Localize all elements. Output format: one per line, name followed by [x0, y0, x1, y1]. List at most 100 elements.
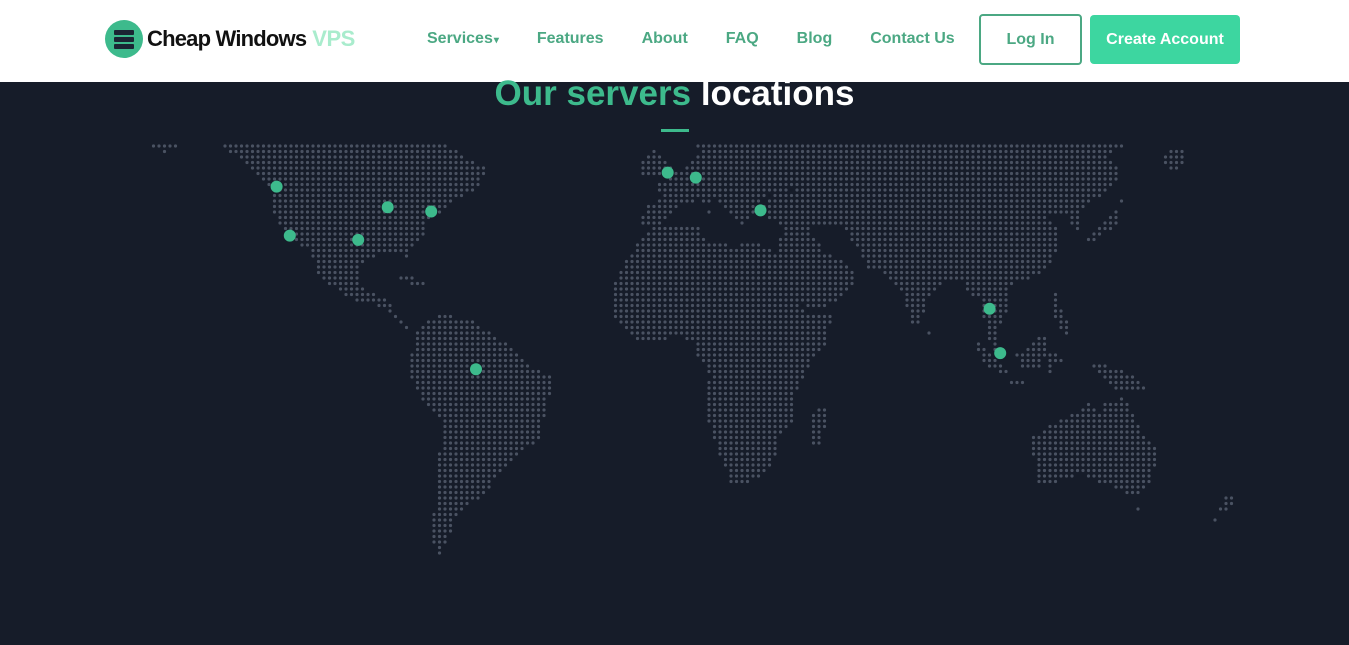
map-land-dot — [1059, 320, 1063, 324]
map-land-dot — [734, 270, 739, 275]
map-land-dot — [685, 182, 689, 187]
map-land-dot — [751, 254, 755, 258]
nav-contact-us[interactable]: Contact Us — [870, 30, 954, 48]
map-land-dot — [333, 265, 337, 269]
map-land-dot — [729, 375, 733, 379]
map-land-dot — [839, 193, 843, 198]
map-land-dot — [1004, 199, 1008, 203]
map-land-dot — [866, 166, 871, 170]
map-land-dot — [971, 193, 975, 198]
map-land-dot — [850, 270, 854, 275]
map-land-dot — [1031, 215, 1036, 220]
map-land-dot — [1064, 182, 1069, 187]
map-land-dot — [998, 254, 1003, 258]
create-account-button[interactable]: Create Account — [1090, 15, 1240, 64]
map-land-dot — [822, 276, 827, 280]
map-land-dot — [1097, 160, 1102, 165]
map-land-dot — [745, 452, 750, 456]
map-land-dot — [998, 259, 1003, 264]
map-land-dot — [800, 226, 805, 231]
map-land-dot — [778, 259, 783, 264]
map-land-dot — [740, 160, 744, 165]
server-location-marker[interactable] — [689, 171, 702, 184]
map-land-dot — [1020, 221, 1025, 225]
map-land-dot — [674, 232, 678, 236]
map-land-dot — [1070, 160, 1074, 165]
map-land-dot — [503, 430, 508, 434]
map-land-dot — [1059, 166, 1063, 170]
map-land-dot — [1097, 474, 1102, 478]
map-land-dot — [630, 276, 634, 280]
site-logo[interactable]: Cheap Windows VPS — [105, 19, 355, 59]
map-land-dot — [388, 215, 392, 220]
map-land-dot — [404, 193, 409, 198]
server-location-marker[interactable] — [983, 302, 996, 315]
map-land-dot — [663, 309, 667, 313]
map-land-dot — [459, 188, 464, 192]
map-land-dot — [1108, 177, 1113, 181]
map-land-dot — [415, 171, 420, 176]
map-land-dot — [1059, 452, 1063, 456]
map-land-dot — [971, 265, 975, 269]
map-land-dot — [773, 435, 777, 440]
map-land-dot — [685, 259, 689, 264]
map-land-dot — [844, 166, 849, 170]
map-land-dot — [960, 144, 964, 148]
map-land-dot — [905, 171, 909, 176]
map-land-dot — [663, 248, 667, 253]
map-land-dot — [921, 276, 926, 280]
map-land-dot — [916, 177, 920, 181]
map-land-dot — [338, 232, 343, 236]
nav-faq[interactable]: FAQ — [726, 30, 759, 48]
map-land-dot — [492, 347, 497, 352]
map-land-dot — [1108, 226, 1113, 231]
map-land-dot — [800, 314, 805, 319]
map-land-dot — [278, 144, 282, 148]
server-location-marker[interactable] — [283, 229, 296, 242]
map-land-dot — [1169, 155, 1173, 159]
map-land-dot — [1152, 457, 1157, 462]
nav-blog[interactable]: Blog — [797, 30, 833, 48]
map-land-dot — [283, 177, 288, 181]
server-location-marker[interactable] — [270, 180, 283, 193]
map-land-dot — [1048, 166, 1052, 170]
map-land-dot — [894, 166, 898, 170]
server-location-marker[interactable] — [994, 347, 1007, 360]
nav-services[interactable]: Services▾ — [427, 30, 499, 48]
map-land-dot — [1136, 468, 1140, 473]
map-land-dot — [1031, 358, 1036, 363]
map-land-dot — [1048, 441, 1052, 445]
map-land-dot — [1086, 193, 1091, 198]
map-land-dot — [1004, 204, 1008, 209]
map-land-dot — [811, 292, 816, 297]
map-land-dot — [404, 149, 409, 154]
map-land-dot — [481, 430, 486, 434]
server-location-marker[interactable] — [661, 166, 674, 179]
server-location-marker[interactable] — [754, 204, 767, 217]
map-land-dot — [1075, 155, 1080, 159]
map-land-dot — [833, 149, 838, 154]
map-land-dot — [349, 182, 354, 187]
map-land-dot — [1031, 353, 1036, 357]
map-land-dot — [459, 441, 464, 445]
map-land-dot — [377, 188, 381, 192]
map-land-dot — [795, 215, 799, 220]
map-land-dot — [1048, 221, 1052, 225]
server-location-marker[interactable] — [470, 363, 482, 376]
nav-features[interactable]: Features — [537, 30, 604, 48]
server-location-marker[interactable] — [352, 233, 365, 246]
map-land-dot — [778, 149, 783, 154]
login-button[interactable]: Log In — [979, 14, 1082, 65]
map-land-dot — [305, 188, 310, 192]
server-location-marker[interactable] — [381, 201, 394, 214]
map-land-dot — [289, 182, 293, 187]
server-location-marker[interactable] — [425, 205, 438, 218]
map-land-dot — [762, 353, 766, 357]
map-land-dot — [355, 259, 359, 264]
map-land-dot — [283, 182, 288, 187]
nav-about[interactable]: About — [642, 30, 688, 48]
map-land-dot — [355, 160, 359, 165]
map-land-dot — [993, 226, 997, 231]
map-land-dot — [817, 435, 821, 440]
map-land-dot — [674, 259, 678, 264]
